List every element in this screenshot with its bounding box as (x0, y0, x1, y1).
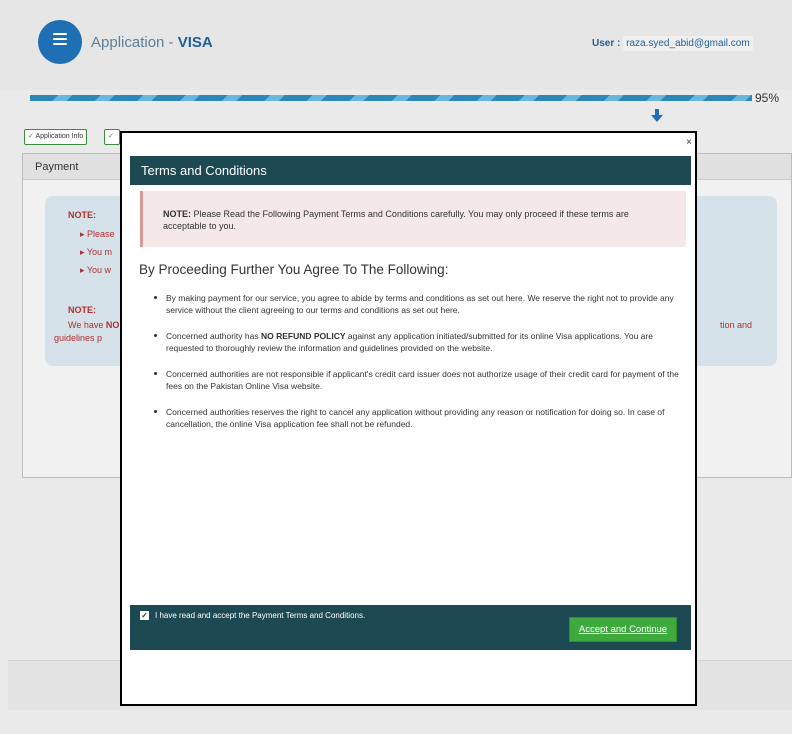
note-bullet: ▸ You m (80, 247, 113, 257)
user-info: User : raza.syed_abid@gmail.com (592, 36, 753, 51)
note-bullet: ▸ Please (80, 229, 115, 239)
step-second[interactable]: ✓ (104, 129, 120, 145)
app-title-prefix: Application - (91, 34, 178, 51)
note-text: guidelines p (54, 333, 103, 343)
note-bullet: ▸ You w (80, 265, 112, 275)
step-label: Application Info (35, 133, 84, 140)
arrow-down-icon[interactable] (651, 109, 663, 123)
accept-terms-row: ✓ I have read and accept the Payment Ter… (140, 611, 365, 620)
accept-terms-label: I have read and accept the Payment Terms… (155, 611, 366, 620)
progress-label: 95% (755, 91, 780, 105)
terms-list: By making payment for our service, you a… (150, 292, 684, 444)
note-label: NOTE: (68, 305, 96, 315)
note-label: NOTE: (68, 210, 96, 220)
user-label: User : (592, 38, 621, 49)
note-text: tion and (720, 320, 753, 330)
modal-body: NOTE: Please Read the Following Payment … (130, 185, 691, 605)
progress-bar (30, 95, 752, 101)
app-title-name: VISA (177, 34, 213, 51)
step-application-info[interactable]: ✓ Application Info (24, 129, 88, 145)
app-logo[interactable] (38, 20, 82, 64)
app-header: Application - VISA User : raza.syed_abid… (0, 0, 792, 90)
check-icon: ✓ (108, 133, 114, 140)
close-icon[interactable]: × (686, 137, 692, 148)
user-email: raza.syed_abid@gmail.com (623, 36, 753, 51)
term-item: Concerned authorities reserves the right… (150, 406, 684, 430)
terms-modal: × Terms and Conditions NOTE: Please Read… (120, 131, 697, 706)
modal-title: Terms and Conditions (130, 156, 691, 185)
agreement-heading: By Proceeding Further You Agree To The F… (139, 262, 449, 277)
app-title: Application - VISA (91, 34, 213, 51)
modal-footer: ✓ I have read and accept the Payment Ter… (130, 605, 691, 650)
alert-text: Please Read the Following Payment Terms … (163, 209, 629, 231)
terms-alert: NOTE: Please Read the Following Payment … (140, 191, 686, 247)
accept-continue-button[interactable]: Accept and Continue (569, 617, 677, 642)
menu-icon (53, 33, 67, 48)
note-text: We have NO (68, 320, 120, 330)
term-item: By making payment for our service, you a… (150, 292, 684, 316)
accept-terms-checkbox[interactable]: ✓ (140, 611, 149, 620)
alert-label: NOTE: (163, 209, 191, 219)
term-item: Concerned authorities are not responsibl… (150, 368, 684, 392)
term-item: Concerned authority has NO REFUND POLICY… (150, 330, 684, 354)
